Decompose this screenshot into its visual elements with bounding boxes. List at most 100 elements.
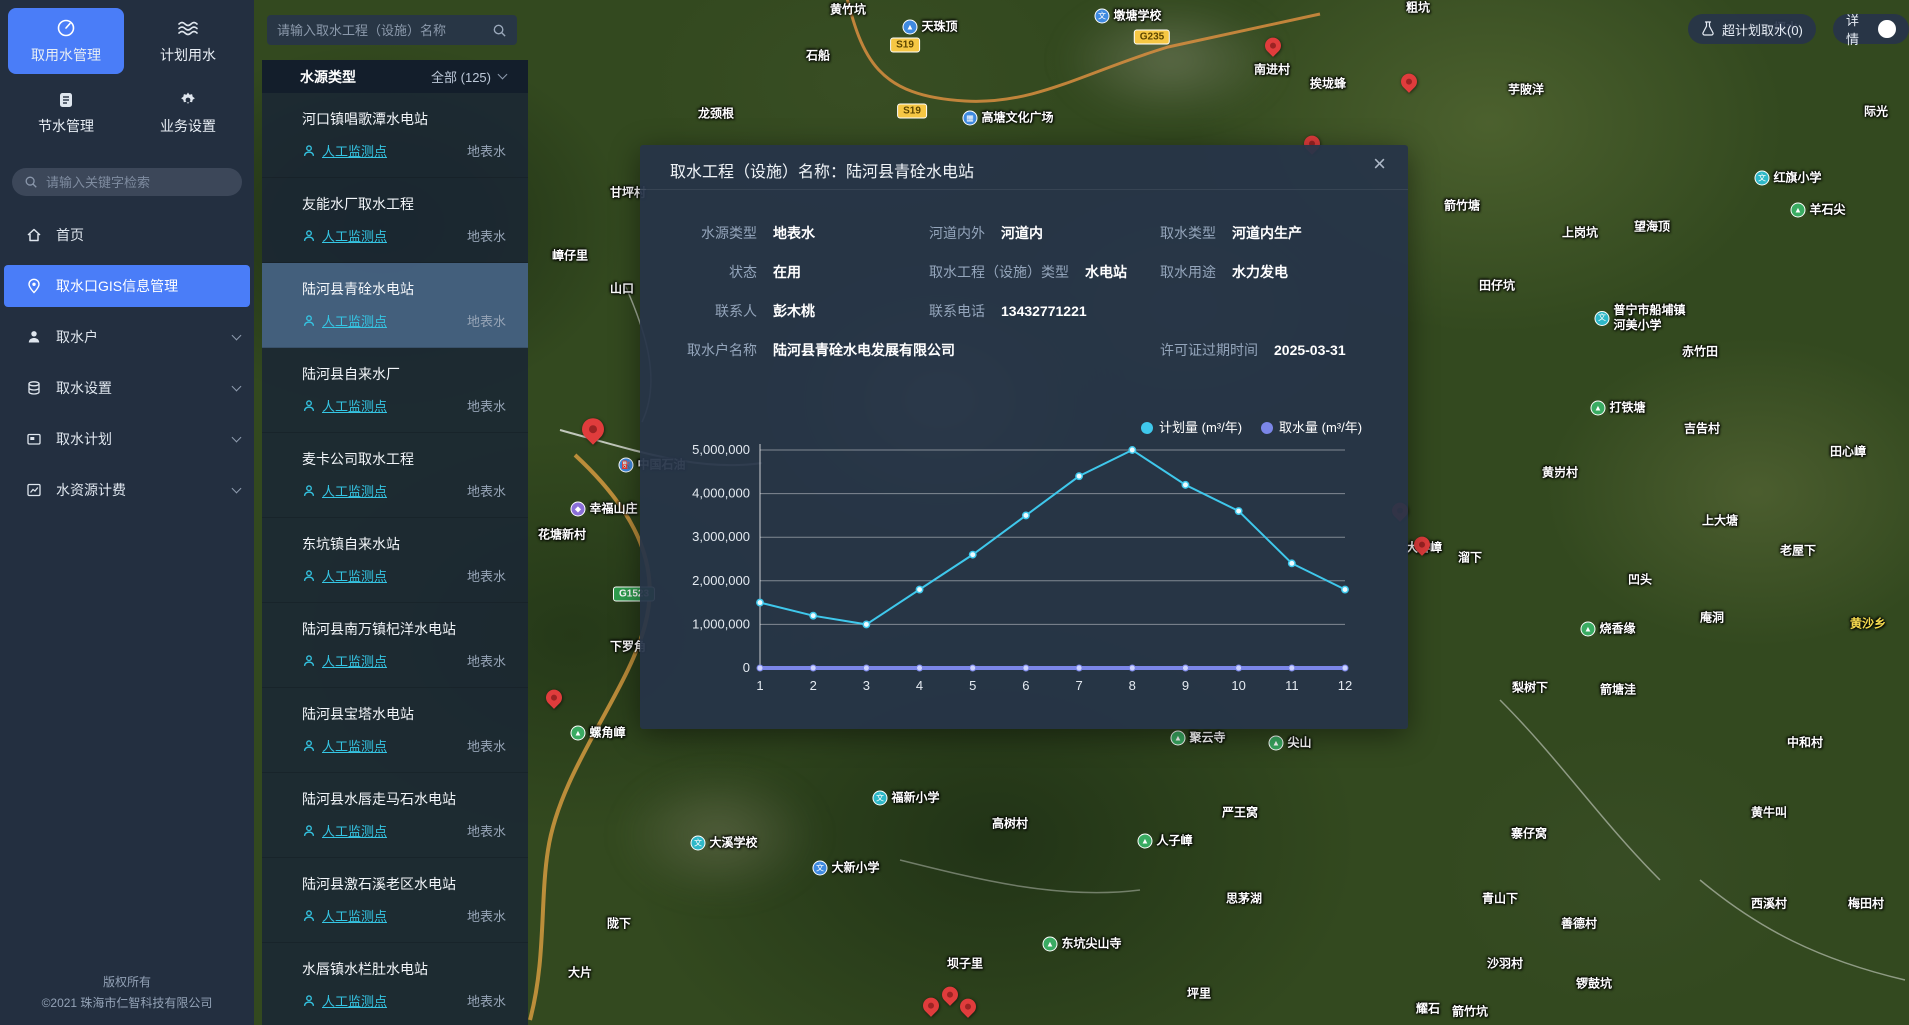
plan-vs-intake-chart: 01,000,0002,000,0003,000,0004,000,0005,0… — [645, 418, 1363, 710]
list-item[interactable]: 陆河县自来水厂 人工监测点 地表水 — [262, 348, 528, 433]
map-label: ▲打铁塘 — [1590, 401, 1645, 416]
person-icon — [302, 569, 316, 583]
poi-marker-icon: ▲ — [1790, 203, 1805, 218]
close-icon[interactable]: × — [1373, 153, 1386, 175]
field-value: 彭木桃 — [773, 301, 815, 321]
water-type-label: 地表水 — [467, 566, 506, 585]
toggle-knob[interactable] — [1878, 20, 1896, 38]
person-icon — [302, 399, 316, 413]
manual-monitor-link[interactable]: 人工监测点 — [302, 651, 387, 670]
poi-marker-icon: ⛽ — [618, 458, 633, 473]
list-item[interactable]: 陆河县南万镇杞洋水电站 人工监测点 地表水 — [262, 603, 528, 688]
manual-monitor-link[interactable]: 人工监测点 — [302, 141, 387, 160]
water-source-filter[interactable]: 全部 (125) — [431, 67, 506, 86]
waves-icon — [177, 18, 199, 38]
person-icon — [302, 144, 316, 158]
person-icon — [302, 229, 316, 243]
map-label: 溜下 — [1458, 551, 1482, 566]
svg-text:2: 2 — [810, 678, 817, 693]
poi-marker-icon: ▲ — [902, 20, 917, 35]
manual-monitor-link[interactable]: 人工监测点 — [302, 481, 387, 500]
field-label: 取水用途 — [1160, 262, 1216, 282]
map-label: 文墩塘学校 — [1094, 9, 1161, 24]
list-item[interactable]: 陆河县青硂水电站 人工监测点 地表水 — [262, 263, 528, 348]
field-水源类型: 水源类型 地表水 — [652, 223, 815, 243]
detail-toggle[interactable]: 详情 — [1833, 14, 1909, 44]
map-label: 锣鼓坑 — [1576, 977, 1612, 992]
person-icon — [26, 329, 42, 345]
facility-search[interactable] — [267, 15, 517, 45]
app-root: 黄竹坑▲天珠顶文墩塘学校粗坑南进村挨垅蜂芋陂洋际光石船龙颈根▦高塘文化广场甘坪村… — [0, 0, 1909, 1025]
sidebar-item-6[interactable]: 水资源计费 — [0, 469, 254, 511]
search-icon — [492, 23, 507, 38]
field-value: 在用 — [773, 262, 801, 282]
module-button-2[interactable]: 计划用水 — [130, 8, 246, 74]
manual-monitor-link[interactable]: 人工监测点 — [302, 736, 387, 755]
sidebar-search[interactable] — [12, 168, 242, 196]
poi-marker-icon: ◆ — [570, 502, 585, 517]
module-button-1[interactable]: 取用水管理 — [8, 8, 124, 74]
map-label: 望海顶 — [1634, 220, 1670, 235]
list-item[interactable]: 东坑镇自来水站 人工监测点 地表水 — [262, 518, 528, 603]
map-label: ▦高塘文化广场 — [962, 111, 1053, 126]
field-value: 河道内生产 — [1232, 223, 1302, 243]
map-label: 山口 — [610, 282, 634, 297]
sidebar-item-4[interactable]: 取水设置 — [0, 367, 254, 409]
road-badge: S19 — [890, 38, 920, 53]
svg-text:1,000,000: 1,000,000 — [692, 616, 750, 631]
map-label: 吉告村 — [1684, 422, 1720, 437]
manual-monitor-link[interactable]: 人工监测点 — [302, 566, 387, 585]
field-取水工程（设施）类型: 取水工程（设施）类型 水电站 — [929, 262, 1127, 282]
chevron-down-icon — [232, 432, 242, 442]
manual-monitor-link[interactable]: 人工监测点 — [302, 226, 387, 245]
facility-name: 水唇镇水栏肚水电站 — [302, 959, 506, 979]
field-label: 联系电话 — [929, 301, 985, 321]
sidebar-item-5[interactable]: 取水计划 — [0, 418, 254, 460]
map-label: 文普宁市船埔镇 河美小学 — [1594, 303, 1685, 333]
poi-marker-icon: ▦ — [962, 111, 977, 126]
facility-search-input[interactable] — [277, 23, 492, 38]
field-label: 联系人 — [652, 301, 757, 321]
field-value: 陆河县青硂水电发展有限公司 — [773, 340, 955, 360]
facility-detail-modal: 取水工程（设施）名称：陆河县青硂水电站 × 水源类型 地表水河道内外 河道内取水… — [640, 145, 1408, 729]
manual-monitor-link[interactable]: 人工监测点 — [302, 311, 387, 330]
list-item[interactable]: 陆河县水唇走马石水电站 人工监测点 地表水 — [262, 773, 528, 858]
field-value: 河道内 — [1001, 223, 1043, 243]
manual-monitor-link[interactable]: 人工监测点 — [302, 991, 387, 1010]
map-label: 嶂仔里 — [552, 249, 588, 264]
list-item[interactable]: 河口镇唱歌潭水电站 人工监测点 地表水 — [262, 93, 528, 178]
list-item[interactable]: 陆河县宝塔水电站 人工监测点 地表水 — [262, 688, 528, 773]
manual-monitor-link[interactable]: 人工监测点 — [302, 906, 387, 925]
doc-icon — [57, 91, 75, 109]
map-label: 花塘新村 — [538, 528, 586, 543]
manual-monitor-link[interactable]: 人工监测点 — [302, 821, 387, 840]
poi-marker-icon: 文 — [690, 836, 705, 851]
field-value: 水电站 — [1085, 262, 1127, 282]
list-item[interactable]: 陆河县激石溪老区水电站 人工监测点 地表水 — [262, 858, 528, 943]
sidebar-item-2[interactable]: 取水口GIS信息管理 — [4, 265, 250, 307]
sidebar-search-input[interactable] — [46, 175, 230, 190]
list-item[interactable]: 友能水厂取水工程 人工监测点 地表水 — [262, 178, 528, 263]
map-label: 沙羽村 — [1487, 957, 1523, 972]
manual-monitor-link[interactable]: 人工监测点 — [302, 396, 387, 415]
map-label: 善德村 — [1561, 917, 1597, 932]
poi-marker-icon: 文 — [872, 791, 887, 806]
sidebar-item-1[interactable]: 首页 — [0, 214, 254, 256]
list-item[interactable]: 水唇镇水栏肚水电站 人工监测点 地表水 — [262, 943, 528, 1025]
module-button-4[interactable]: 业务设置 — [130, 80, 246, 146]
map-label: 严王窝 — [1222, 806, 1258, 821]
module-button-3[interactable]: 节水管理 — [8, 80, 124, 146]
sidebar: 取用水管理 计划用水 节水管理 业务设置 首页 取水口GIS信息管理 取水户 取… — [0, 0, 254, 1025]
list-item[interactable]: 麦卡公司取水工程 人工监测点 地表水 — [262, 433, 528, 518]
map-label: 西溪村 — [1751, 897, 1787, 912]
svg-text:9: 9 — [1182, 678, 1189, 693]
field-label: 河道内外 — [929, 223, 985, 243]
sidebar-menu: 首页 取水口GIS信息管理 取水户 取水设置 取水计划 水资源计费 — [0, 214, 254, 511]
over-plan-button[interactable]: 超计划取水(0) — [1688, 14, 1816, 44]
sidebar-item-3[interactable]: 取水户 — [0, 316, 254, 358]
sidebar-item-label: 取水设置 — [56, 378, 219, 398]
divider — [640, 189, 1408, 190]
map-label: ▲烧香缘 — [1580, 622, 1635, 637]
chevron-down-icon — [498, 70, 508, 80]
field-河道内外: 河道内外 河道内 — [929, 223, 1043, 243]
